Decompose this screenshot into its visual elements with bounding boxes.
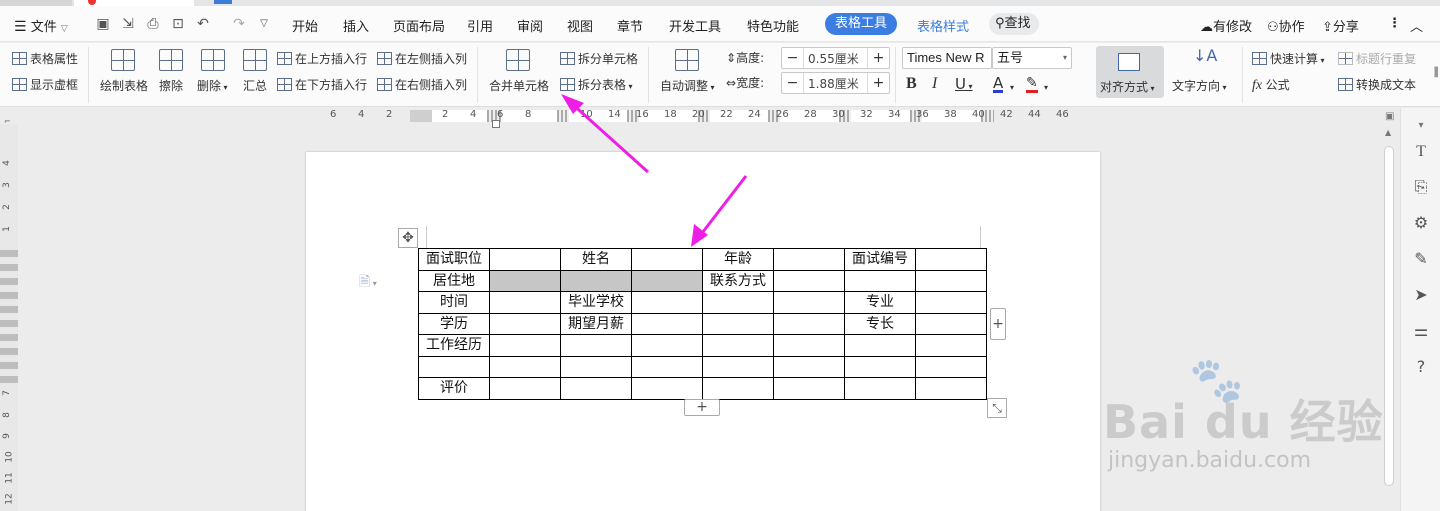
watermark-brand: 🐾 Bai du 经验 <box>1103 355 1384 452</box>
paw-logo-icon: 🐾 <box>1189 355 1245 406</box>
document-icon[interactable]: ⎘ <box>1412 178 1430 196</box>
text-style-icon[interactable]: T <box>1412 143 1430 161</box>
scroll-up-icon[interactable]: ▣ <box>1385 111 1394 122</box>
pointer-icon[interactable]: ➤ <box>1412 286 1430 304</box>
page-settings-icon[interactable]: ⚙ <box>1412 214 1430 232</box>
scroll-up-arrow-icon[interactable]: ▲ <box>1385 128 1391 137</box>
adjust-sliders-icon[interactable]: ⚌ <box>1412 322 1430 340</box>
vertical-scrollbar[interactable]: ▣ ▲ <box>1381 108 1400 511</box>
sidebar-collapse-icon[interactable]: ▾ <box>1412 117 1430 135</box>
help-icon[interactable]: ? <box>1412 358 1430 376</box>
scrollbar-thumb[interactable] <box>1384 146 1394 486</box>
arrow-to-selected-cells <box>691 175 748 247</box>
pen-icon[interactable]: ✎ <box>1412 250 1430 268</box>
arrow-to-merge-cells <box>561 94 650 174</box>
right-sidebar: ▾ T ⎘ ⚙ ✎ ➤ ⚌ ? <box>1400 108 1440 511</box>
watermark-url: jingyan.baidu.com <box>1108 448 1312 473</box>
